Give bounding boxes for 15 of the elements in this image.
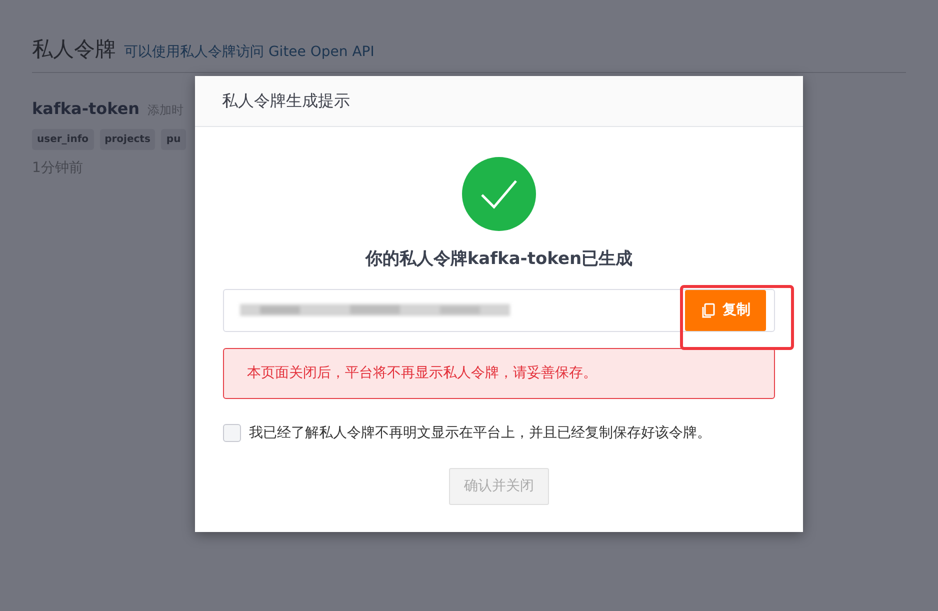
dialog-title: 私人令牌生成提示 (195, 76, 803, 127)
copy-icon (700, 302, 714, 318)
acknowledge-checkbox[interactable] (223, 424, 241, 442)
page-subtitle: 可以使用私人令牌访问 Gitee Open API (124, 43, 374, 62)
copy-button[interactable]: 复制 (685, 290, 766, 330)
warning-alert: 本页面关闭后，平台将不再显示私人令牌，请妥善保存。 (223, 348, 775, 398)
success-message: 你的私人令牌kafka-token已生成 (365, 248, 633, 271)
token-name: kafka-token (32, 98, 140, 120)
success-check-icon (462, 157, 536, 231)
scope-tag: pu (161, 128, 186, 150)
scope-tag: user_info (32, 128, 94, 150)
acknowledge-label: 我已经了解私人令牌不再明文显示在平台上，并且已经复制保存好该令牌。 (249, 424, 711, 442)
token-field[interactable]: 复制 (223, 288, 775, 332)
scope-tag: projects (100, 128, 156, 150)
page-title: 私人令牌 (32, 36, 116, 63)
